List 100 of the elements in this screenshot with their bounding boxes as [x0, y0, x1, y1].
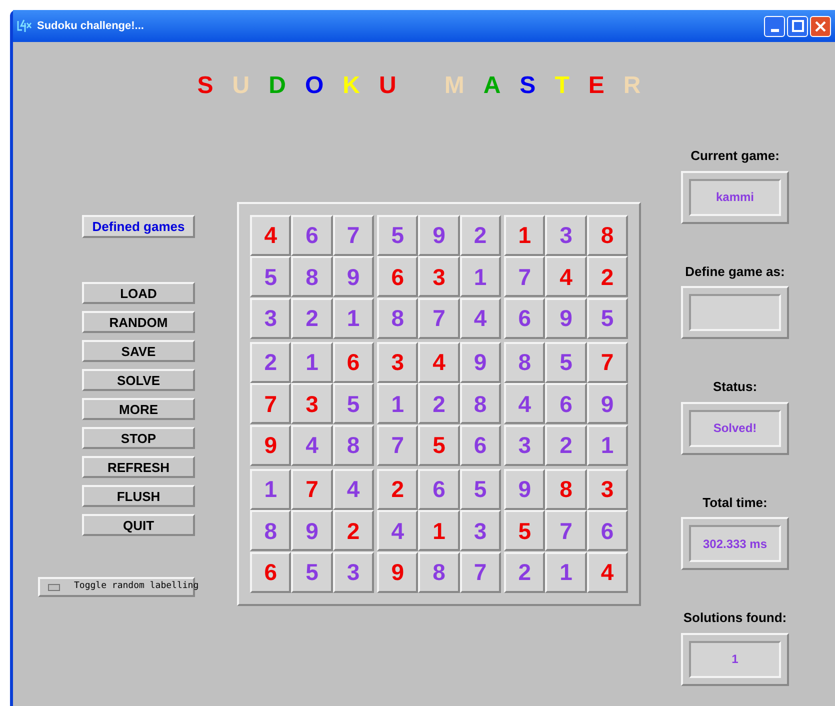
sudoku-cell[interactable]: 3 [377, 342, 418, 383]
sudoku-cell[interactable]: 3 [545, 215, 587, 256]
action-button[interactable]: SAVE [82, 340, 195, 362]
sudoku-cell[interactable]: 7 [418, 298, 460, 339]
sudoku-cell[interactable]: 4 [504, 383, 546, 424]
sudoku-cell[interactable]: 6 [418, 469, 460, 510]
sudoku-cell[interactable]: 7 [291, 469, 333, 510]
sudoku-cell[interactable]: 5 [332, 383, 374, 424]
sudoku-cell[interactable]: 3 [460, 510, 501, 552]
minimize-button[interactable] [764, 16, 785, 36]
action-button[interactable]: REFRESH [82, 456, 195, 478]
sudoku-cell[interactable]: 1 [504, 215, 546, 256]
app-icon [17, 19, 33, 33]
sudoku-cell[interactable]: 9 [377, 552, 418, 593]
sudoku-cell[interactable]: 5 [586, 298, 628, 339]
sudoku-cell[interactable]: 5 [418, 424, 460, 466]
sudoku-cell[interactable]: 2 [291, 298, 333, 339]
sudoku-cell[interactable]: 9 [250, 424, 292, 466]
sudoku-cell[interactable]: 7 [586, 342, 628, 383]
sudoku-cell[interactable]: 7 [504, 256, 546, 298]
sudoku-cell[interactable]: 1 [418, 510, 460, 552]
sudoku-cell[interactable]: 3 [250, 298, 292, 339]
sudoku-cell[interactable]: 6 [291, 215, 333, 256]
sudoku-cell[interactable]: 5 [291, 552, 333, 593]
action-button[interactable]: MORE [82, 398, 195, 420]
sudoku-cell[interactable]: 7 [460, 552, 501, 593]
sudoku-cell[interactable]: 7 [545, 510, 587, 552]
close-icon [815, 20, 826, 32]
sudoku-cell[interactable]: 8 [291, 256, 333, 298]
sudoku-cell[interactable]: 8 [250, 510, 292, 552]
sudoku-cell[interactable]: 4 [586, 552, 628, 593]
sudoku-cell[interactable]: 8 [418, 552, 460, 593]
sudoku-cell[interactable]: 1 [250, 469, 292, 510]
sudoku-cell[interactable]: 5 [377, 215, 418, 256]
sudoku-cell[interactable]: 4 [460, 298, 501, 339]
sudoku-cell[interactable]: 7 [250, 383, 292, 424]
sudoku-cell[interactable]: 3 [504, 424, 546, 466]
action-button[interactable]: SOLVE [82, 369, 195, 391]
sudoku-cell[interactable]: 8 [377, 298, 418, 339]
sudoku-cell[interactable]: 5 [250, 256, 292, 298]
title-letter: O [304, 71, 324, 101]
sudoku-cell[interactable]: 5 [545, 342, 587, 383]
sudoku-cell[interactable]: 4 [250, 215, 292, 256]
sudoku-cell[interactable]: 6 [504, 298, 546, 339]
sudoku-cell[interactable]: 6 [586, 510, 628, 552]
sudoku-cell[interactable]: 4 [377, 510, 418, 552]
sudoku-cell[interactable]: 7 [377, 424, 418, 466]
sudoku-cell[interactable]: 5 [460, 469, 501, 510]
sudoku-cell[interactable]: 6 [377, 256, 418, 298]
game-name-field[interactable] [681, 286, 789, 339]
sudoku-cell[interactable]: 9 [332, 256, 374, 298]
sudoku-cell[interactable]: 9 [291, 510, 333, 552]
sudoku-cell[interactable]: 6 [545, 383, 587, 424]
sudoku-cell[interactable]: 9 [418, 215, 460, 256]
sudoku-cell[interactable]: 4 [332, 469, 374, 510]
sudoku-cell[interactable]: 6 [250, 552, 292, 593]
title-letter: E [588, 71, 604, 101]
sudoku-cell[interactable]: 3 [586, 469, 628, 510]
sudoku-cell[interactable]: 2 [377, 469, 418, 510]
maximize-button[interactable] [787, 16, 808, 36]
sudoku-cell[interactable]: 2 [250, 342, 292, 383]
sudoku-cell[interactable]: 1 [586, 424, 628, 466]
sudoku-cell[interactable]: 9 [545, 298, 587, 339]
sudoku-cell[interactable]: 6 [332, 342, 374, 383]
action-button[interactable]: RANDOM [82, 311, 195, 333]
sudoku-cell[interactable]: 2 [332, 510, 374, 552]
sudoku-cell[interactable]: 5 [504, 510, 546, 552]
sudoku-cell[interactable]: 8 [586, 215, 628, 256]
value-display: kammi [689, 178, 781, 216]
close-button[interactable] [810, 16, 831, 36]
sudoku-cell[interactable]: 3 [291, 383, 333, 424]
action-button[interactable]: LOAD [82, 282, 195, 304]
sudoku-cell[interactable]: 9 [504, 469, 546, 510]
sudoku-cell[interactable]: 3 [332, 552, 374, 593]
action-button[interactable]: FLUSH [82, 485, 195, 507]
sudoku-cell[interactable]: 8 [545, 469, 587, 510]
sudoku-cell[interactable]: 2 [460, 215, 501, 256]
sudoku-cell[interactable]: 1 [460, 256, 501, 298]
sudoku-cell[interactable]: 3 [418, 256, 460, 298]
sudoku-cell[interactable]: 8 [332, 424, 374, 466]
sudoku-cell[interactable]: 9 [460, 342, 501, 383]
action-button[interactable]: QUIT [82, 514, 195, 536]
sudoku-cell[interactable]: 6 [460, 424, 501, 466]
sudoku-cell[interactable]: 2 [586, 256, 628, 298]
sudoku-cell[interactable]: 4 [545, 256, 587, 298]
sudoku-cell[interactable]: 8 [504, 342, 546, 383]
action-button[interactable]: STOP [82, 427, 195, 449]
sudoku-cell[interactable]: 2 [545, 424, 587, 466]
sudoku-cell[interactable]: 4 [291, 424, 333, 466]
sudoku-cell[interactable]: 1 [291, 342, 333, 383]
sudoku-cell[interactable]: 2 [504, 552, 546, 593]
sudoku-cell[interactable]: 1 [332, 298, 374, 339]
sudoku-cell[interactable]: 1 [377, 383, 418, 424]
sudoku-cell[interactable]: 7 [332, 215, 374, 256]
sudoku-cell[interactable]: 8 [460, 383, 501, 424]
sudoku-cell[interactable]: 2 [418, 383, 460, 424]
sudoku-cell[interactable]: 9 [586, 383, 628, 424]
defined-games-button[interactable]: Defined games [82, 215, 195, 238]
sudoku-cell[interactable]: 1 [545, 552, 587, 593]
sudoku-cell[interactable]: 4 [418, 342, 460, 383]
